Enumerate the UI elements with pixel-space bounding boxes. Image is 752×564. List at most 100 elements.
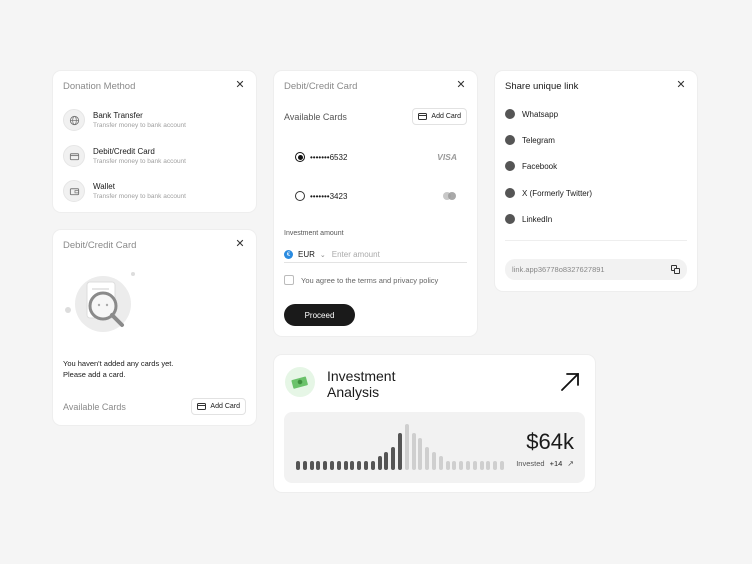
chart-bar bbox=[377, 456, 382, 470]
radio-unselected[interactable] bbox=[295, 191, 305, 201]
chart-bar bbox=[411, 433, 416, 470]
option-sub: Transfer money to bank account bbox=[93, 193, 186, 200]
chart-bar bbox=[391, 447, 396, 470]
add-card-label: Add Card bbox=[210, 403, 240, 410]
chart-bar bbox=[493, 460, 498, 470]
share-facebook[interactable]: Facebook bbox=[505, 161, 557, 171]
investment-title-line1: Investment bbox=[327, 368, 396, 384]
globe-icon bbox=[63, 109, 85, 131]
chart-bar bbox=[343, 460, 348, 470]
invested-change: +14 bbox=[549, 459, 563, 468]
card-number: •••••••3423 bbox=[310, 191, 348, 201]
amount-field[interactable]: € EUR ⌄ Enter amount bbox=[284, 247, 467, 263]
linkedin-icon bbox=[505, 214, 515, 224]
chart-bar bbox=[316, 460, 321, 470]
donation-option-wallet[interactable]: Wallet Transfer money to bank account bbox=[63, 180, 186, 202]
chart-bar bbox=[459, 460, 464, 470]
close-icon[interactable]: ✕ bbox=[234, 79, 246, 91]
share-whatsapp[interactable]: Whatsapp bbox=[505, 109, 558, 119]
option-label: Debit/Credit Card bbox=[93, 147, 155, 156]
chart-bar bbox=[404, 424, 409, 470]
amount-input[interactable]: Enter amount bbox=[332, 250, 380, 259]
chart-bar bbox=[370, 460, 375, 470]
telegram-icon bbox=[505, 135, 515, 145]
close-icon[interactable]: ✕ bbox=[234, 238, 246, 250]
chart-bar bbox=[302, 460, 307, 470]
card-title: Debit/Credit Card bbox=[284, 81, 358, 92]
share-label: Telegram bbox=[522, 135, 555, 145]
chart-bar bbox=[452, 460, 457, 470]
investment-title: Investment Analysis bbox=[327, 368, 395, 400]
chart-bar bbox=[445, 460, 450, 470]
option-sub: Transfer money to bank account bbox=[93, 158, 186, 165]
chart-bar bbox=[438, 456, 443, 470]
chart-bar bbox=[384, 451, 389, 470]
chart-bar bbox=[418, 437, 423, 470]
option-sub: Transfer money to bank account bbox=[93, 122, 186, 129]
donation-method-card: Donation Method ✕ Bank Transfer Transfer … bbox=[53, 71, 256, 212]
empty-message-line1: You haven't added any cards yet. bbox=[63, 359, 174, 368]
share-link-card: Share unique link ✕ Whatsapp Telegram Fa… bbox=[495, 71, 697, 291]
chart-panel: $64k Invested +14 ↗ bbox=[284, 412, 585, 483]
available-cards-label: Available Cards bbox=[284, 112, 347, 122]
copy-icon[interactable] bbox=[671, 265, 680, 274]
divider bbox=[505, 240, 687, 241]
terms-label: You agree to the terms and privacy polic… bbox=[301, 275, 439, 285]
terms-row[interactable]: You agree to the terms and privacy polic… bbox=[284, 275, 438, 285]
chart-bar bbox=[472, 460, 477, 470]
option-label: Bank Transfer bbox=[93, 111, 143, 120]
payment-card-panel: Debit/Credit Card ✕ Available Cards Add … bbox=[274, 71, 477, 336]
money-icon bbox=[285, 367, 315, 397]
x-icon bbox=[505, 188, 515, 198]
share-linkedin[interactable]: LinkedIn bbox=[505, 214, 552, 224]
investment-analysis-card: Investment Analysis $64k Invested +14 ↗ bbox=[274, 355, 595, 492]
euro-icon: € bbox=[284, 250, 293, 259]
chevron-down-icon[interactable]: ⌄ bbox=[320, 251, 326, 259]
investment-bar-chart bbox=[296, 424, 506, 470]
add-card-label: Add Card bbox=[431, 113, 461, 120]
share-x[interactable]: X (Formerly Twitter) bbox=[505, 188, 592, 198]
terms-checkbox[interactable] bbox=[284, 275, 294, 285]
whatsapp-icon bbox=[505, 109, 515, 119]
proceed-button[interactable]: Proceed bbox=[284, 304, 355, 326]
radio-selected[interactable] bbox=[295, 152, 305, 162]
chart-bar bbox=[350, 460, 355, 470]
share-label: LinkedIn bbox=[522, 214, 553, 224]
share-label: X (Formerly Twitter) bbox=[522, 188, 593, 198]
card-icon bbox=[197, 403, 207, 410]
chart-bar bbox=[466, 460, 470, 470]
invested-label: Invested bbox=[516, 459, 545, 468]
chart-bar bbox=[432, 451, 436, 470]
chart-bar bbox=[500, 460, 504, 470]
empty-message-line2: Please add a card. bbox=[63, 370, 126, 379]
chart-bar bbox=[309, 460, 314, 470]
currency-select[interactable]: EUR bbox=[298, 250, 315, 259]
available-cards-label: Available Cards bbox=[63, 402, 126, 412]
chart-bar bbox=[425, 447, 430, 470]
card-number: •••••••6532 bbox=[310, 152, 348, 162]
saved-card-1[interactable]: •••••••6532 VISA bbox=[295, 152, 457, 162]
visa-logo: VISA bbox=[437, 152, 457, 162]
investment-value: $64k bbox=[526, 429, 574, 454]
wallet-icon bbox=[63, 180, 85, 202]
trend-up-icon: ↗ bbox=[567, 459, 574, 468]
chart-bar bbox=[479, 460, 484, 470]
card-title: Debit/Credit Card bbox=[63, 240, 137, 251]
empty-card-panel: Debit/Credit Card ✕ You haven't added an… bbox=[53, 230, 256, 425]
saved-card-2[interactable]: •••••••3423 bbox=[295, 191, 457, 201]
arrow-up-right-icon[interactable] bbox=[559, 371, 581, 393]
chart-bar bbox=[336, 460, 341, 470]
close-icon[interactable]: ✕ bbox=[455, 79, 467, 91]
share-telegram[interactable]: Telegram bbox=[505, 135, 555, 145]
add-card-button[interactable]: Add Card bbox=[191, 398, 246, 415]
share-link-field[interactable]: link.app36778o8327627891 bbox=[505, 259, 687, 280]
chart-bar bbox=[357, 460, 362, 470]
share-label: Facebook bbox=[522, 161, 558, 171]
chart-bar bbox=[296, 460, 300, 470]
donation-option-card[interactable]: Debit/Credit Card Transfer money to bank … bbox=[63, 145, 186, 167]
share-label: Whatsapp bbox=[522, 109, 559, 119]
donation-option-bank[interactable]: Bank Transfer Transfer money to bank acco… bbox=[63, 109, 186, 131]
close-icon[interactable]: ✕ bbox=[675, 79, 687, 91]
card-icon bbox=[418, 113, 428, 120]
add-card-button[interactable]: Add Card bbox=[412, 108, 467, 125]
